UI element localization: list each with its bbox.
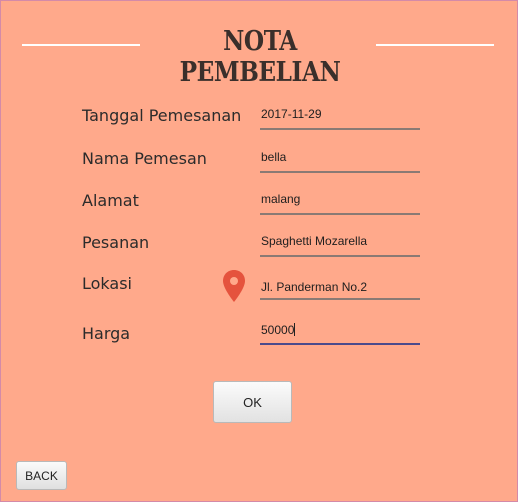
ok-button[interactable]: OK — [213, 381, 292, 423]
row-pesanan: Pesanan Spaghetti Mozarella — [0, 229, 518, 259]
tanggal-value: 2017-11-29 — [261, 107, 322, 121]
harga-label: Harga — [82, 324, 131, 343]
alamat-value: malang — [261, 192, 301, 206]
row-tanggal: Tanggal Pemesanan 2017-11-29 — [0, 102, 518, 132]
row-lokasi: Lokasi Jl. Panderman No.2 — [0, 270, 518, 302]
pesanan-field[interactable]: Spaghetti Mozarella — [260, 229, 420, 257]
header: NOTA PEMBELIAN — [0, 24, 518, 88]
row-harga: Harga 50000 — [0, 317, 518, 347]
harga-field[interactable]: 50000 — [260, 317, 420, 345]
harga-value: 50000 — [261, 323, 295, 337]
alamat-label: Alamat — [82, 191, 139, 210]
title-divider-right — [376, 44, 494, 46]
nama-value: bella — [261, 150, 287, 164]
tanggal-field[interactable]: 2017-11-29 — [260, 102, 420, 130]
nama-field[interactable]: bella — [260, 145, 420, 173]
alamat-field[interactable]: malang — [260, 187, 420, 215]
harga-value-wrap: 50000 — [261, 323, 296, 337]
nama-label: Nama Pemesan — [82, 149, 207, 168]
text-caret — [294, 323, 296, 336]
row-alamat: Alamat malang — [0, 187, 518, 217]
page-title: NOTA PEMBELIAN — [179, 26, 341, 88]
row-nama: Nama Pemesan bella — [0, 145, 518, 175]
lokasi-field[interactable]: Jl. Panderman No.2 — [260, 272, 420, 300]
lokasi-value: Jl. Panderman No.2 — [261, 280, 368, 294]
pesanan-label: Pesanan — [82, 233, 150, 252]
lokasi-label: Lokasi — [82, 274, 132, 293]
title-divider-left — [22, 44, 140, 46]
location-pin-icon — [223, 270, 245, 302]
back-button[interactable]: BACK — [16, 461, 67, 490]
pesanan-value: Spaghetti Mozarella — [261, 234, 368, 248]
tanggal-label: Tanggal Pemesanan — [82, 106, 242, 125]
